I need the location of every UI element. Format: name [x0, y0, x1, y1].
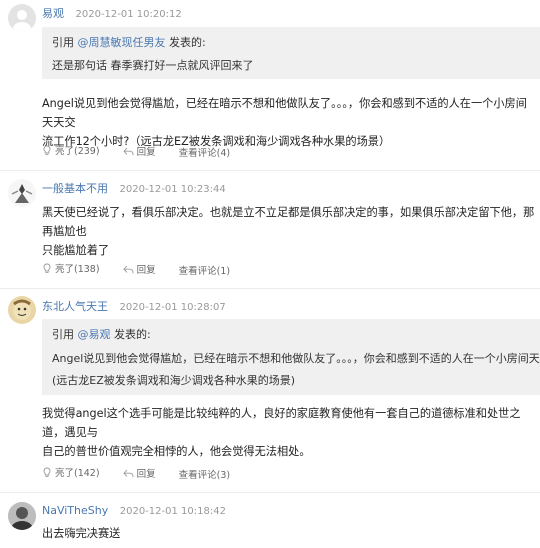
avatar[interactable]	[8, 296, 36, 324]
quote-text: 还是那句话 春季赛打好一点就风评回来了	[52, 59, 254, 72]
like-button[interactable]: 亮了(239)	[42, 143, 100, 157]
lightbulb-icon	[43, 467, 51, 477]
quote-header: 引用 @易观 发表的:	[52, 328, 151, 341]
username[interactable]: 易观	[42, 7, 64, 20]
reply-button[interactable]: 回复	[122, 262, 156, 276]
lightbulb-icon	[43, 145, 51, 155]
quote-text: Angel说见到他会觉得尴尬，已经在暗示不想和他做队友了。。。，你会和感到不适的…	[52, 352, 540, 365]
like-button[interactable]: 亮了(138)	[42, 261, 100, 275]
divider	[0, 170, 540, 171]
timestamp: 2020-12-01 10:23:44	[119, 184, 226, 195]
avatar[interactable]	[8, 502, 36, 530]
reply-icon	[122, 469, 134, 477]
username[interactable]: 一般基本不用	[42, 182, 108, 195]
reply-icon	[122, 147, 134, 155]
avatar[interactable]	[8, 4, 36, 32]
comment-header: 东北人气天王 2020-12-01 10:28:07	[42, 298, 226, 314]
comment-header: 一般基本不用 2020-12-01 10:23:44	[42, 180, 226, 196]
divider	[0, 492, 540, 493]
reply-icon	[122, 265, 134, 273]
comment-body: 黑天使已经说了，看俱乐部决定。也就是立不立足都是俱乐部决定的事，如果俱乐部决定留…	[42, 206, 535, 257]
quote-header: 引用 @周慧敏现任男友 发表的:	[52, 36, 206, 49]
avatar[interactable]	[8, 179, 36, 207]
timestamp: 2020-12-01 10:28:07	[119, 302, 226, 313]
divider	[0, 288, 540, 289]
comment-body: 我觉得angel这个选手可能是比较纯粹的人，良好的家庭教育使他有一套自己的道德标…	[42, 407, 521, 458]
comment-body: 出去嗨完决赛送	[42, 527, 121, 540]
comment-header: NaViTheShy 2020-12-01 10:18:42	[42, 504, 226, 517]
username[interactable]: 东北人气天王	[42, 300, 108, 313]
timestamp: 2020-12-01 10:18:42	[119, 506, 226, 517]
quote-block: 引用 @易观 发表的: Angel说见到他会觉得尴尬，已经在暗示不想和他做队友了…	[42, 319, 540, 395]
quoted-user-link[interactable]: @易观	[78, 328, 111, 341]
comment-actions: 亮了(138) 回复 查看评论(1)	[42, 261, 250, 277]
like-button[interactable]: 亮了(142)	[42, 465, 100, 479]
reply-button[interactable]: 回复	[122, 466, 156, 480]
lightbulb-icon	[43, 263, 51, 273]
username[interactable]: NaViTheShy	[42, 504, 108, 517]
quote-block: 引用 @周慧敏现任男友 发表的: 还是那句话 春季赛打好一点就风评回来了	[42, 27, 540, 79]
comment-actions: 亮了(142) 回复 查看评论(3)	[42, 465, 250, 481]
quote-text: (远古龙EZ被发条调戏和海少调戏各种水果的场景)	[52, 374, 296, 387]
view-comments-link[interactable]: 查看评论(1)	[179, 263, 230, 277]
timestamp: 2020-12-01 10:20:12	[75, 9, 182, 20]
view-comments-link[interactable]: 查看评论(3)	[179, 467, 230, 481]
reply-button[interactable]: 回复	[122, 144, 156, 158]
view-comments-link[interactable]: 查看评论(4)	[179, 145, 230, 159]
comment-actions: 亮了(239) 回复 查看评论(4)	[42, 143, 250, 159]
comment-header: 易观 2020-12-01 10:20:12	[42, 5, 182, 21]
quoted-user-link[interactable]: @周慧敏现任男友	[78, 36, 166, 49]
